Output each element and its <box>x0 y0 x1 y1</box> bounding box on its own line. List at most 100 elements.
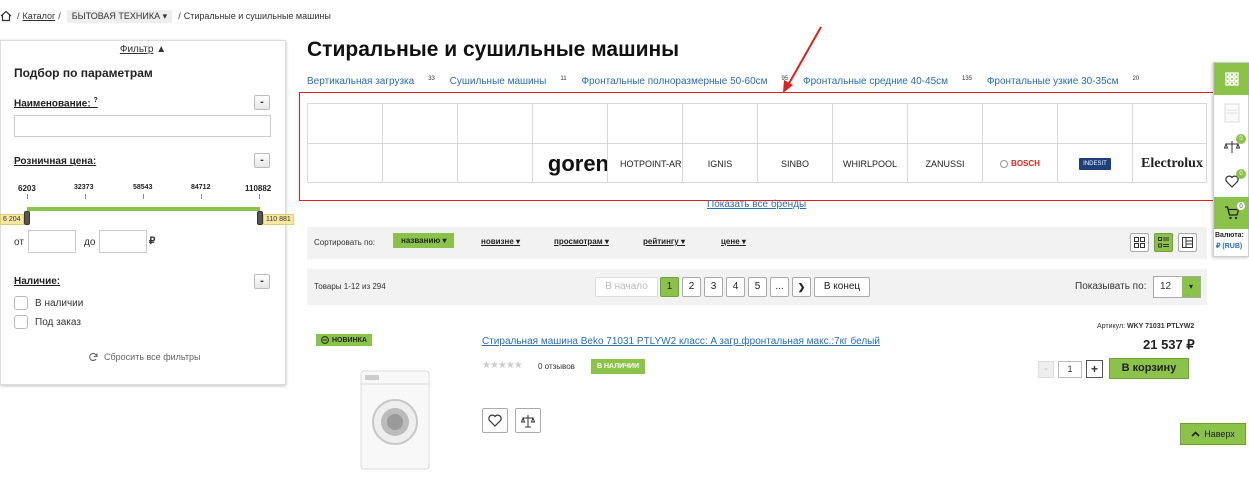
breadcrumb-category-dropdown[interactable]: БЫТОВАЯ ТЕХНИКА ▾ <box>66 9 173 23</box>
chevron-down-icon: ▾ <box>516 237 521 246</box>
table-view-button[interactable] <box>1178 233 1197 252</box>
reset-filters-label: Сбросить все фильтры <box>104 352 201 362</box>
chevron-down-icon: ▾ <box>442 236 447 245</box>
add-to-compare-button[interactable] <box>515 408 541 433</box>
new-badge: НОВИНКА <box>316 334 372 346</box>
page-button-5[interactable]: 5 <box>748 277 767 297</box>
tick-mark <box>259 194 260 199</box>
heart-icon <box>488 414 502 427</box>
annotation-highlight-box <box>299 92 1216 201</box>
subcategory-link[interactable]: Фронтальные полноразмерные 50-60см <box>581 76 767 87</box>
sku: Артикул: WKY 71031 PTLYW2 <box>1097 323 1194 330</box>
chevron-up-icon: ▲ <box>156 44 167 55</box>
qty-plus-button[interactable]: + <box>1086 360 1103 378</box>
favorites-button[interactable]: 0 <box>1214 165 1249 197</box>
home-icon[interactable] <box>0 10 12 22</box>
price-min-handle[interactable] <box>24 211 30 225</box>
add-to-favorites-button[interactable] <box>482 408 508 433</box>
subcategory-label: Фронтальные полноразмерные 50-60см <box>581 76 768 88</box>
scales-icon <box>521 414 535 427</box>
cart-button[interactable]: 0 <box>1214 197 1249 229</box>
currency-selector[interactable]: ₽ (RUB) <box>1216 242 1242 250</box>
pager-bar: Товары 1-12 из 294 В начало 1 2 3 4 5 ..… <box>307 269 1207 305</box>
price-from-input[interactable] <box>28 230 76 253</box>
collapse-name-button[interactable]: - <box>254 95 270 110</box>
refresh-icon <box>89 352 98 362</box>
sort-by-name[interactable]: названию ▾ <box>393 233 455 248</box>
page-ellipsis[interactable]: ... <box>770 277 789 297</box>
sort-option-label: новизне <box>481 237 514 246</box>
page-button-2[interactable]: 2 <box>682 277 701 297</box>
page-button-4[interactable]: 4 <box>726 277 745 297</box>
chevron-down-icon: ▾ <box>162 10 168 21</box>
viewed-products-button[interactable] <box>1214 97 1249 129</box>
rating-stars[interactable]: ★★★★★ <box>482 360 523 371</box>
sku-value: WKY 71031 PTLYW2 <box>1127 323 1195 330</box>
list-view-button[interactable] <box>1154 233 1173 252</box>
back-to-top-label: Наверх <box>1204 429 1235 439</box>
new-badge-label: НОВИНКА <box>332 336 367 344</box>
chevron-right-icon: ❯ <box>797 282 806 292</box>
subcategory-label: Сушильные машины <box>449 76 547 88</box>
collapse-price-button[interactable]: - <box>254 153 270 168</box>
next-page-button[interactable]: ❯ <box>792 277 811 297</box>
annotation-arrow-icon <box>783 26 822 93</box>
sort-option-label: просмотрам <box>554 237 603 246</box>
sort-option-label: рейтингу <box>643 237 679 246</box>
breadcrumb: / Каталог / БЫТОВАЯ ТЕХНИКА ▾ / Стиральн… <box>0 8 331 24</box>
subcategory-count: 33 <box>428 76 435 82</box>
price-range-track[interactable] <box>27 207 260 211</box>
page-title: Стиральные и сушильные машины <box>307 38 680 61</box>
back-to-top-button[interactable]: Наверх <box>1180 423 1246 445</box>
first-page-button[interactable]: В начало <box>595 277 658 297</box>
reset-filters-button[interactable]: Сбросить все фильтры <box>88 352 200 362</box>
sort-by-views[interactable]: просмотрам ▾ <box>554 237 609 246</box>
filter-toggle[interactable]: Фильтр ▲ <box>1 44 285 55</box>
product-price: 21 537 ₽ <box>1143 337 1195 352</box>
grid-view-button[interactable] <box>1130 233 1149 252</box>
subcategory-link[interactable]: Фронтальные узкие 30-35см <box>987 76 1119 87</box>
currency-sign: ₽ <box>149 236 156 247</box>
chevron-down-icon: ▾ <box>741 237 746 246</box>
page-button-3[interactable]: 3 <box>704 277 723 297</box>
name-filter-label: Наименование: ? <box>14 97 98 109</box>
name-filter-input[interactable] <box>14 115 271 137</box>
breadcrumb-separator: / <box>178 11 181 21</box>
tick-mark <box>143 194 144 199</box>
sort-by-newness[interactable]: новизне ▾ <box>481 237 520 246</box>
help-icon[interactable]: ? <box>93 97 97 104</box>
grid-view-icon <box>1134 237 1145 248</box>
document-icon <box>1224 103 1240 123</box>
add-to-cart-button[interactable]: В корзину <box>1109 358 1189 379</box>
product-title-link[interactable]: Стиральная машина Beko 71031 PTLYW2 клас… <box>482 336 880 347</box>
price-max-bubble: 110 881 <box>263 214 294 225</box>
price-tick: 58543 <box>133 184 153 191</box>
subcategory-list: Вертикальная загрузка 33 Сушильные машины… <box>307 76 1139 87</box>
catalog-menu-button[interactable] <box>1214 63 1249 95</box>
breadcrumb-catalog[interactable]: Каталог <box>23 11 56 21</box>
sort-by-rating[interactable]: рейтингу ▾ <box>643 237 685 246</box>
last-page-button[interactable]: В конец <box>814 277 870 297</box>
subcategory-link[interactable]: Вертикальная загрузка <box>307 76 414 87</box>
on-order-checkbox[interactable] <box>14 315 28 329</box>
in-stock-checkbox[interactable] <box>14 296 28 310</box>
price-to-input[interactable] <box>99 230 147 253</box>
compare-button[interactable]: 0 <box>1214 131 1249 163</box>
page-button-1[interactable]: 1 <box>660 277 679 297</box>
breadcrumb-category-label: БЫТОВАЯ ТЕХНИКА <box>71 10 161 21</box>
product-image[interactable] <box>360 370 430 470</box>
qty-minus-button[interactable]: - <box>1038 361 1054 378</box>
subcategory-label: Вертикальная загрузка <box>307 76 415 88</box>
sort-option-label: цене <box>721 237 740 246</box>
favorites-count: 0 <box>1236 169 1246 179</box>
subcategory-link[interactable]: Сушильные машины <box>450 76 547 87</box>
minus-circle-icon <box>321 336 329 344</box>
collapse-availability-button[interactable]: - <box>254 274 270 289</box>
per-page-select[interactable]: 12 ▾ <box>1153 276 1201 298</box>
filter-heading: Подбор по параметрам <box>14 66 153 80</box>
sort-option-label: названию <box>401 236 441 245</box>
reviews-count[interactable]: 0 отзывов <box>538 362 575 371</box>
qty-input[interactable]: 1 <box>1058 361 1082 378</box>
sort-by-price[interactable]: цене ▾ <box>721 237 746 246</box>
show-all-brands-link[interactable]: Показать все бренды <box>707 199 806 210</box>
